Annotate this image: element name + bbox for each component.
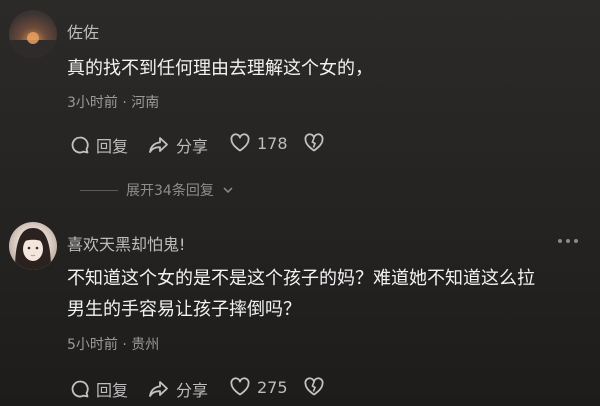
comment-text: 真的找不到任何理由去理解这个女的， xyxy=(67,53,587,84)
comment-text-line: 不知道这个女的是不是这个孩子的妈？难道她不知道这么拉 xyxy=(67,268,535,289)
avatar[interactable] xyxy=(9,222,57,270)
avatar-image xyxy=(9,32,57,58)
broken-heart-icon xyxy=(303,133,325,153)
like-button[interactable]: 275 xyxy=(229,377,288,397)
reply-button[interactable]: 回复 xyxy=(70,133,128,157)
share-arrow-icon xyxy=(148,135,170,155)
like-count: 178 xyxy=(257,133,288,153)
share-label: 分享 xyxy=(176,137,209,156)
username[interactable]: 喜欢天黑却怕鬼! xyxy=(67,231,185,255)
expand-replies-button[interactable]: 展开34条回复 xyxy=(80,180,234,200)
comment-meta: 5小时前 · 贵州 xyxy=(67,337,160,353)
username[interactable]: 佐佐 xyxy=(67,19,99,43)
share-label: 分享 xyxy=(176,381,209,400)
reply-label: 回复 xyxy=(96,137,129,156)
expand-replies-label: 展开34条回复 xyxy=(126,183,214,199)
reply-label: 回复 xyxy=(96,381,129,400)
comment-text-line: 男生的手容易让孩子摔倒吗？ xyxy=(67,299,301,320)
comment-bubble-icon xyxy=(70,379,90,399)
more-button[interactable] xyxy=(557,238,579,244)
avatar-image xyxy=(15,228,51,270)
avatar[interactable] xyxy=(9,10,57,58)
reply-button[interactable]: 回复 xyxy=(70,377,128,401)
like-button[interactable]: 178 xyxy=(229,133,288,153)
share-button[interactable]: 分享 xyxy=(148,377,208,401)
heart-icon xyxy=(229,377,251,397)
heart-icon xyxy=(229,133,251,153)
more-dots-icon xyxy=(557,238,579,244)
chevron-down-icon xyxy=(222,184,234,196)
comment-bubble-icon xyxy=(70,135,90,155)
comment-text-line: 真的找不到任何理由去理解这个女的， xyxy=(67,58,373,79)
divider-line xyxy=(80,189,118,191)
share-arrow-icon xyxy=(148,379,170,399)
dislike-button[interactable] xyxy=(303,133,325,153)
share-button[interactable]: 分享 xyxy=(148,133,208,157)
comment-text: 不知道这个女的是不是这个孩子的妈？难道她不知道这么拉 男生的手容易让孩子摔倒吗？ xyxy=(67,263,592,325)
like-count: 275 xyxy=(257,377,288,397)
broken-heart-icon xyxy=(303,377,325,397)
dislike-button[interactable] xyxy=(303,377,325,397)
comment-meta: 3小时前 · 河南 xyxy=(67,95,160,111)
